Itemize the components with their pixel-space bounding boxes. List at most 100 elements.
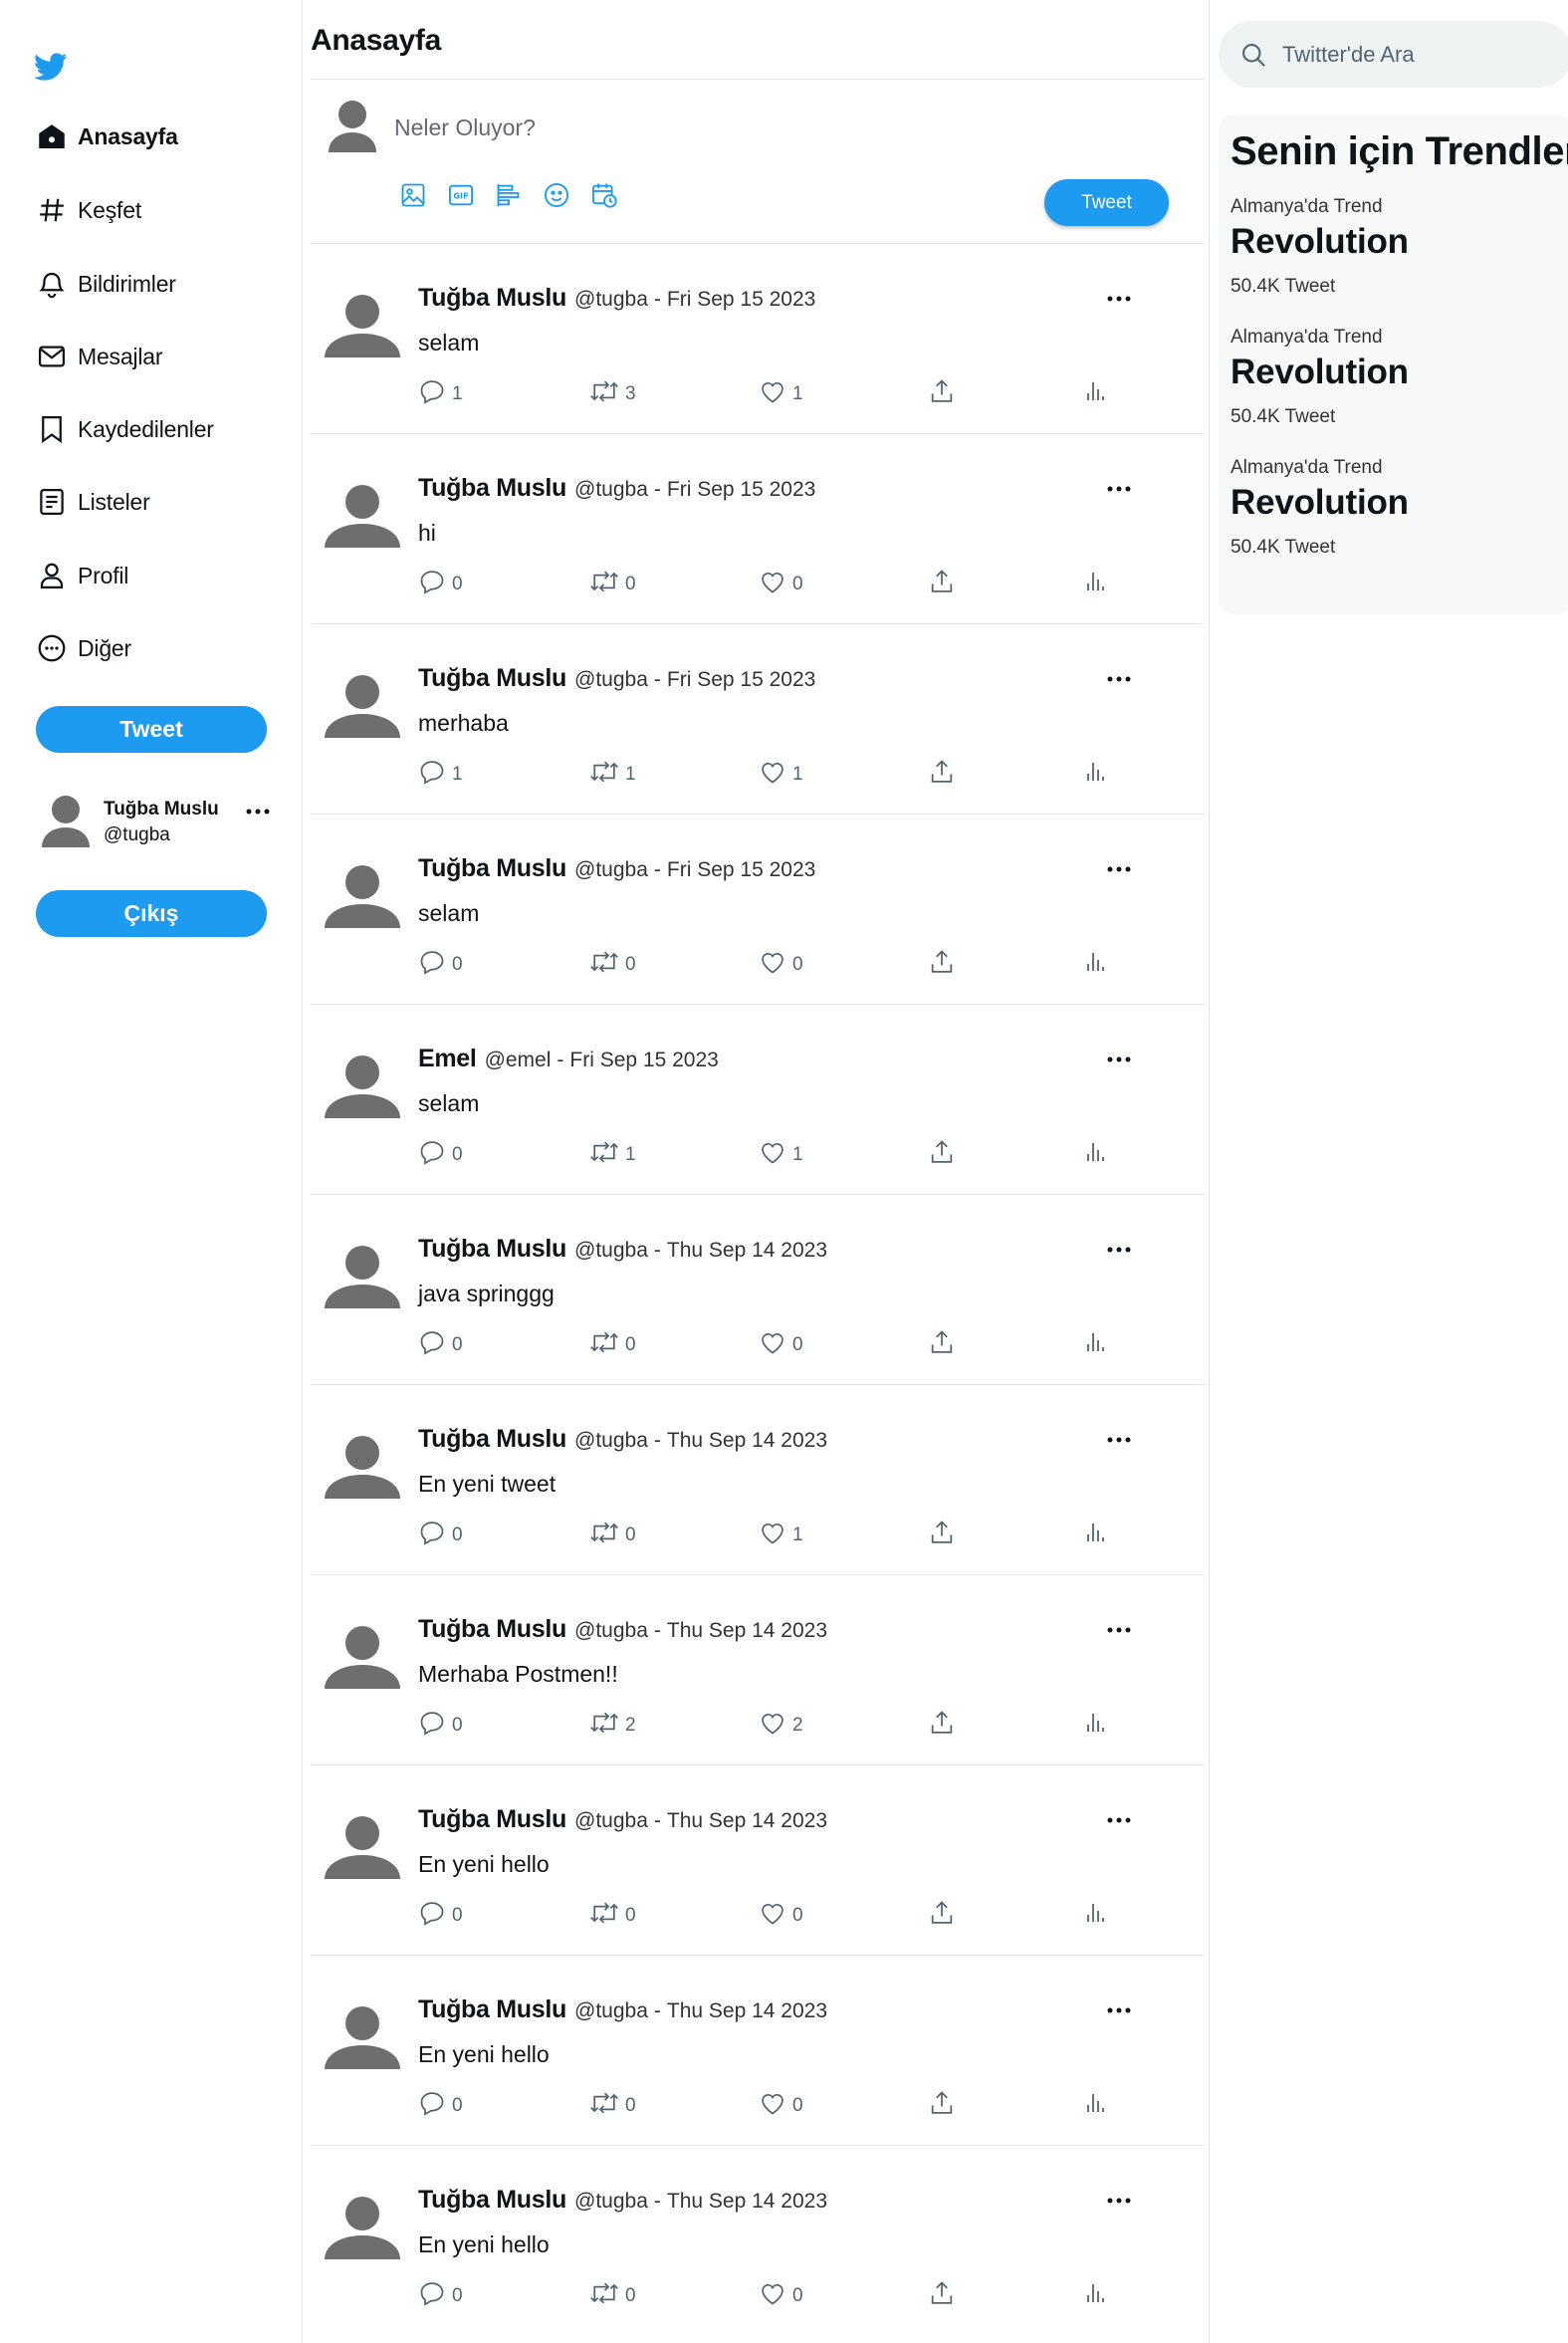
nav-item-more[interactable]: Diğer [36, 626, 131, 670]
tweet-author-handle[interactable]: @tugba [574, 1999, 648, 2023]
trend-item[interactable]: Almanya'da Trend Revolution 50.4K Tweet [1231, 457, 1559, 559]
ellipsis-icon[interactable] [1103, 862, 1135, 876]
tweet[interactable]: Tuğba Muslu @tugba - Thu Sep 14 2023 En … [311, 1955, 1205, 2145]
tweet[interactable]: Emel @emel - Fri Sep 15 2023 selam 0 1 1 [311, 1004, 1205, 1194]
tweet-author-handle[interactable]: @tugba [574, 478, 648, 502]
tweet[interactable]: Tuğba Muslu @tugba - Fri Sep 15 2023 sel… [311, 814, 1205, 1004]
share-icon[interactable] [928, 1328, 956, 1356]
like-button[interactable]: 0 [759, 2089, 803, 2122]
compose-input[interactable] [394, 115, 892, 141]
tweet-author-name[interactable]: Tuğba Muslu [418, 1615, 566, 1644]
tweet-author-handle[interactable]: @tugba [574, 1619, 648, 1643]
retweet-button[interactable]: 2 [589, 1709, 636, 1742]
tweet[interactable]: Tuğba Muslu @tugba - Thu Sep 14 2023 En … [311, 1764, 1205, 1955]
tweet-author-handle[interactable]: @tugba [574, 1429, 648, 1453]
tweet[interactable]: Tuğba Muslu @tugba - Fri Sep 15 2023 sel… [311, 243, 1205, 433]
compose-tweet-button[interactable]: Tweet [1044, 179, 1169, 226]
twitter-logo-icon[interactable] [33, 50, 68, 84]
retweet-button[interactable]: 1 [589, 758, 636, 791]
like-button[interactable]: 1 [759, 1519, 803, 1551]
tweet-author-name[interactable]: Tuğba Muslu [418, 664, 566, 693]
ellipsis-icon[interactable] [1103, 482, 1135, 496]
ellipsis-icon[interactable] [1103, 1813, 1135, 1827]
reply-button[interactable]: 0 [418, 1709, 463, 1742]
analytics-icon[interactable] [1083, 568, 1107, 595]
share-icon[interactable] [928, 2279, 956, 2307]
analytics-icon[interactable] [1083, 1709, 1107, 1737]
ellipsis-icon[interactable] [243, 802, 273, 821]
analytics-icon[interactable] [1083, 377, 1107, 405]
tweet-author-handle[interactable]: @tugba [574, 1809, 648, 1833]
retweet-button[interactable]: 1 [589, 1138, 636, 1171]
tweet-author-handle[interactable]: @tugba [574, 1239, 648, 1263]
analytics-icon[interactable] [1083, 1138, 1107, 1166]
logout-button[interactable]: Çıkış [36, 890, 267, 937]
nav-item-notifications[interactable]: Bildirimler [36, 262, 176, 306]
nav-item-home[interactable]: Anasayfa [36, 115, 178, 158]
reply-button[interactable]: 1 [418, 758, 463, 791]
tweet-author-name[interactable]: Emel [418, 1045, 477, 1073]
tweet-author-name[interactable]: Tuğba Muslu [418, 1425, 566, 1454]
ellipsis-icon[interactable] [1103, 2003, 1135, 2017]
reply-button[interactable]: 0 [418, 1138, 463, 1171]
nav-item-messages[interactable]: Mesajlar [36, 335, 163, 378]
analytics-icon[interactable] [1083, 758, 1107, 786]
analytics-icon[interactable] [1083, 1328, 1107, 1356]
tweet-author-handle[interactable]: @tugba [574, 2190, 648, 2214]
share-icon[interactable] [928, 948, 956, 976]
analytics-icon[interactable] [1083, 1519, 1107, 1546]
nav-item-bookmarks[interactable]: Kaydedilenler [36, 407, 214, 451]
trend-item[interactable]: Almanya'da Trend Revolution 50.4K Tweet [1231, 327, 1559, 428]
retweet-button[interactable]: 0 [589, 568, 636, 600]
ellipsis-icon[interactable] [1103, 292, 1135, 306]
avatar[interactable] [325, 1623, 400, 1694]
tweet-author-handle[interactable]: @tugba [574, 668, 648, 692]
tweet-author-handle[interactable]: @tugba [574, 858, 648, 882]
avatar[interactable] [325, 1053, 400, 1123]
share-icon[interactable] [928, 1899, 956, 1927]
like-button[interactable]: 0 [759, 1899, 803, 1932]
schedule-icon[interactable] [589, 180, 619, 210]
reply-button[interactable]: 0 [418, 1328, 463, 1361]
tweet-author-name[interactable]: Tuğba Muslu [418, 854, 566, 883]
retweet-button[interactable]: 3 [589, 377, 636, 410]
like-button[interactable]: 0 [759, 2279, 803, 2312]
reply-button[interactable]: 0 [418, 2279, 463, 2312]
avatar[interactable] [325, 1813, 400, 1884]
tweet-author-name[interactable]: Tuğba Muslu [418, 1805, 566, 1834]
retweet-button[interactable]: 0 [589, 1519, 636, 1551]
like-button[interactable]: 1 [759, 758, 803, 791]
retweet-button[interactable]: 0 [589, 2089, 636, 2122]
avatar[interactable] [325, 292, 400, 362]
reply-button[interactable]: 0 [418, 948, 463, 981]
reply-button[interactable]: 0 [418, 1899, 463, 1932]
ellipsis-icon[interactable] [1103, 2194, 1135, 2208]
image-icon[interactable] [398, 180, 428, 210]
tweet-author-handle[interactable]: @emel [485, 1049, 552, 1072]
tweet[interactable]: Tuğba Muslu @tugba - Fri Sep 15 2023 hi … [311, 433, 1205, 623]
emoji-icon[interactable] [542, 180, 571, 210]
tweet[interactable]: Tuğba Muslu @tugba - Thu Sep 14 2023 En … [311, 1384, 1205, 1574]
ellipsis-icon[interactable] [1103, 1433, 1135, 1447]
share-icon[interactable] [928, 1519, 956, 1546]
reply-button[interactable]: 1 [418, 377, 463, 410]
avatar[interactable] [325, 672, 400, 743]
like-button[interactable]: 1 [759, 1138, 803, 1171]
ellipsis-icon[interactable] [1103, 1243, 1135, 1257]
retweet-button[interactable]: 0 [589, 2279, 636, 2312]
share-icon[interactable] [928, 758, 956, 786]
avatar[interactable] [325, 1243, 400, 1313]
like-button[interactable]: 0 [759, 948, 803, 981]
tweet-author-name[interactable]: Tuğba Muslu [418, 474, 566, 503]
gif-icon[interactable]: GIF [446, 180, 476, 210]
retweet-button[interactable]: 0 [589, 1899, 636, 1932]
share-icon[interactable] [928, 1709, 956, 1737]
avatar[interactable] [325, 2194, 400, 2264]
nav-item-lists[interactable]: Listeler [36, 480, 150, 524]
reply-button[interactable]: 0 [418, 568, 463, 600]
tweet-author-name[interactable]: Tuğba Muslu [418, 2186, 566, 2215]
reply-button[interactable]: 0 [418, 2089, 463, 2122]
ellipsis-icon[interactable] [1103, 1623, 1135, 1637]
share-icon[interactable] [928, 2089, 956, 2117]
avatar[interactable] [325, 1433, 400, 1504]
